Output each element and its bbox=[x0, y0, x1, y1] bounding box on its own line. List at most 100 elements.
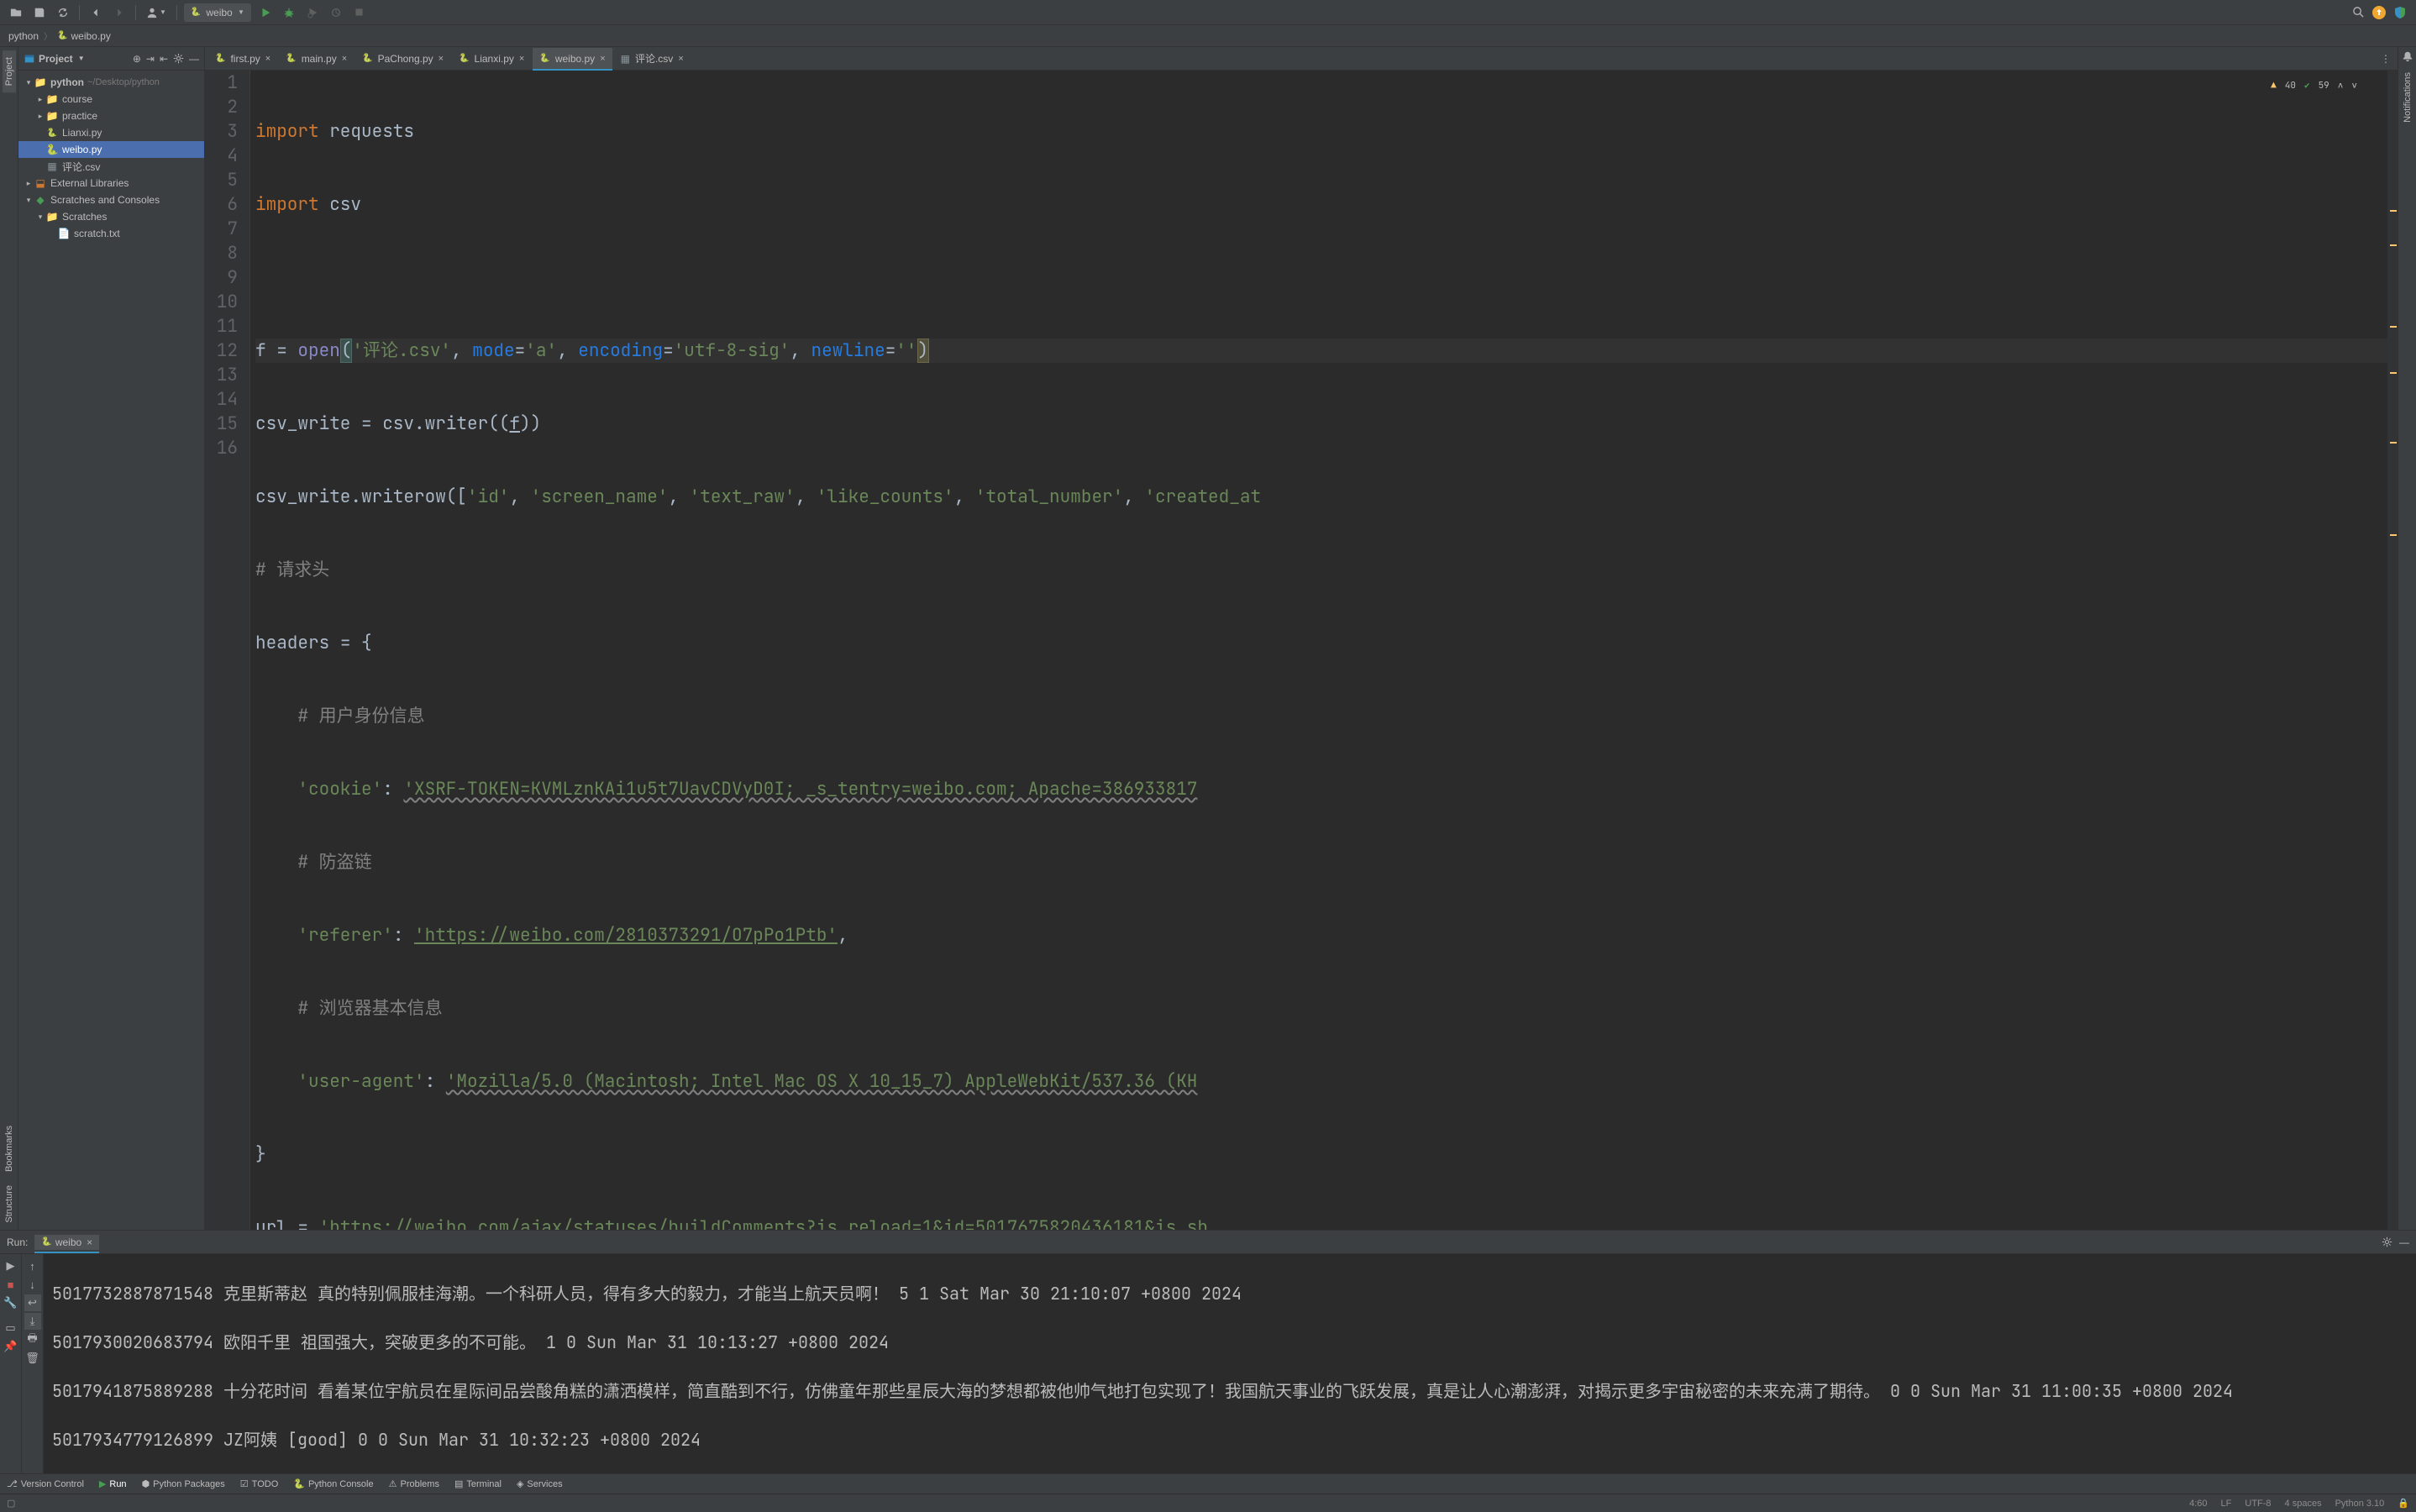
close-icon[interactable]: × bbox=[87, 1236, 92, 1248]
tree-node-weibo[interactable]: ▸🐍weibo.py bbox=[18, 141, 204, 158]
todo-tab[interactable]: ☑TODO bbox=[240, 1478, 278, 1489]
project-tool-tab[interactable]: Project bbox=[3, 50, 16, 92]
chevron-right-icon: 〉 bbox=[44, 29, 52, 42]
layout-icon[interactable]: ▭ bbox=[3, 1320, 19, 1336]
indent[interactable]: 4 spaces bbox=[2285, 1499, 2322, 1509]
tab-pachong[interactable]: 🐍PaChong.py× bbox=[355, 48, 450, 70]
bookmarks-tool-tab[interactable]: Bookmarks bbox=[3, 1119, 16, 1179]
tree-node-lianxi[interactable]: ▸🐍Lianxi.py bbox=[18, 124, 204, 141]
soft-wrap-icon[interactable]: ↩ bbox=[24, 1294, 41, 1311]
terminal-tab[interactable]: ▤Terminal bbox=[454, 1478, 502, 1489]
debug-icon[interactable] bbox=[280, 3, 298, 22]
sync-icon[interactable] bbox=[54, 3, 72, 22]
back-icon[interactable] bbox=[87, 3, 105, 22]
coverage-icon[interactable] bbox=[303, 3, 322, 22]
tab-weibo[interactable]: 🐍weibo.py× bbox=[533, 48, 612, 70]
run-title: Run: bbox=[7, 1236, 28, 1248]
right-tool-rail: Notifications bbox=[2398, 47, 2416, 1230]
status-bar: ▢ 4:60 LF UTF-8 4 spaces Python 3.10 🔒 bbox=[0, 1494, 2416, 1512]
gutter: 12345678 910111213141516 bbox=[205, 71, 250, 1230]
structure-tool-tab[interactable]: Structure bbox=[3, 1179, 16, 1230]
line-ending[interactable]: LF bbox=[2221, 1499, 2232, 1509]
collapse-all-icon[interactable]: ⇤ bbox=[160, 53, 168, 65]
python-packages-tab[interactable]: ⬢Python Packages bbox=[142, 1478, 225, 1489]
run-tools-primary: ▶ ■ 🔧 ▭ 📌 bbox=[0, 1254, 22, 1473]
run-settings-icon[interactable] bbox=[2382, 1236, 2392, 1247]
run-config-tab[interactable]: 🐍weibo× bbox=[34, 1235, 99, 1250]
stop-icon[interactable] bbox=[350, 3, 369, 22]
tool-windows-icon[interactable]: ▢ bbox=[7, 1498, 15, 1509]
print-icon[interactable]: 🖶 bbox=[24, 1331, 41, 1348]
close-icon[interactable]: × bbox=[439, 54, 444, 64]
tab-pinglun[interactable]: ▦评论.csv× bbox=[614, 48, 691, 70]
stop-icon[interactable]: ■ bbox=[3, 1276, 19, 1293]
problems-tab[interactable]: ⚠Problems bbox=[389, 1478, 439, 1489]
tree-node-extlib[interactable]: ▸⬓External Libraries bbox=[18, 175, 204, 192]
more-tabs-icon[interactable]: ⋮ bbox=[2381, 53, 2398, 65]
tab-main[interactable]: 🐍main.py× bbox=[279, 48, 354, 70]
close-icon[interactable]: × bbox=[600, 54, 605, 64]
user-menu[interactable]: ▼ bbox=[143, 7, 170, 18]
select-opened-icon[interactable]: ⊕ bbox=[133, 53, 141, 65]
breadcrumb-file[interactable]: 🐍weibo.py bbox=[57, 30, 111, 42]
editor-indicators[interactable]: ▲40 ✔59 ∧ ∨ bbox=[2271, 74, 2374, 98]
project-tree: ▾📁 python ~/Desktop/python ▸📁course ▸📁pr… bbox=[18, 71, 204, 245]
project-panel-title[interactable]: Project ▼ bbox=[24, 53, 128, 65]
tree-node-scratches[interactable]: ▾◆Scratches and Consoles bbox=[18, 192, 204, 208]
close-icon[interactable]: × bbox=[342, 54, 347, 64]
down-icon[interactable]: ↓ bbox=[24, 1276, 41, 1293]
console-output[interactable]: 5017732887871548 克里斯蒂赵 真的特别佩服桂海潮。一个科研人员，… bbox=[44, 1254, 2416, 1473]
tree-node-scratches-sub[interactable]: ▾📁Scratches bbox=[18, 208, 204, 225]
run-config-selector[interactable]: 🐍 weibo ▼ bbox=[184, 3, 251, 22]
breadcrumb-root[interactable]: python bbox=[8, 30, 39, 42]
tree-node-scratchtxt[interactable]: ▸📄scratch.txt bbox=[18, 225, 204, 242]
pin-icon[interactable]: 📌 bbox=[3, 1338, 19, 1355]
python-console-tab[interactable]: 🐍Python Console bbox=[293, 1478, 373, 1489]
run-tools-secondary: ↑ ↓ ↩ ⤓ 🖶 🗑 bbox=[22, 1254, 44, 1473]
services-tab[interactable]: ◈Services bbox=[517, 1478, 563, 1489]
tab-first[interactable]: 🐍first.py× bbox=[208, 48, 277, 70]
scroll-end-icon[interactable]: ⤓ bbox=[24, 1313, 41, 1330]
lock-icon[interactable]: 🔒 bbox=[2398, 1498, 2409, 1509]
clear-icon[interactable]: 🗑 bbox=[24, 1350, 41, 1367]
tree-node-course[interactable]: ▸📁course bbox=[18, 91, 204, 108]
run-tab[interactable]: ▶Run bbox=[99, 1478, 127, 1489]
profile-icon[interactable] bbox=[327, 3, 345, 22]
tree-node-practice[interactable]: ▸📁practice bbox=[18, 108, 204, 124]
encoding[interactable]: UTF-8 bbox=[2245, 1499, 2271, 1509]
update-icon[interactable] bbox=[2372, 6, 2386, 19]
code-editor[interactable]: ▲40 ✔59 ∧ ∨ 12345678 910111213141516 imp… bbox=[205, 71, 2398, 1230]
expand-all-icon[interactable]: ⇥ bbox=[146, 53, 155, 65]
tab-lianxi[interactable]: 🐍Lianxi.py× bbox=[452, 48, 531, 70]
interpreter[interactable]: Python 3.10 bbox=[2335, 1499, 2385, 1509]
version-control-tab[interactable]: ⎇Version Control bbox=[7, 1478, 84, 1489]
run-panel-header: Run: 🐍weibo× — bbox=[0, 1231, 2416, 1254]
ide-settings-icon[interactable] bbox=[2391, 3, 2409, 22]
project-panel-header: Project ▼ ⊕ ⇥ ⇤ — bbox=[18, 47, 204, 71]
notifications-tool-tab[interactable]: Notifications bbox=[2401, 66, 2414, 129]
project-panel: Project ▼ ⊕ ⇥ ⇤ — ▾📁 python ~/Desktop/py… bbox=[18, 47, 205, 1230]
settings-icon[interactable]: 🔧 bbox=[3, 1294, 19, 1311]
hide-icon[interactable]: — bbox=[189, 53, 199, 65]
close-icon[interactable]: × bbox=[678, 54, 683, 64]
open-icon[interactable] bbox=[7, 3, 25, 22]
close-icon[interactable]: × bbox=[265, 54, 270, 64]
editor-minimap[interactable] bbox=[2387, 71, 2398, 1230]
tree-node-pinglun[interactable]: ▸▦评论.csv bbox=[18, 158, 204, 175]
bell-icon[interactable] bbox=[2402, 50, 2413, 62]
rerun-icon[interactable]: ▶ bbox=[3, 1257, 19, 1274]
forward-icon[interactable] bbox=[110, 3, 129, 22]
down-icon[interactable]: ∨ bbox=[2351, 74, 2357, 98]
hide-icon[interactable]: — bbox=[2399, 1236, 2409, 1248]
code-content[interactable]: import requests import csv f = open('评论.… bbox=[250, 71, 2398, 1230]
search-icon[interactable] bbox=[2349, 3, 2367, 22]
cursor-position[interactable]: 4:60 bbox=[2189, 1499, 2207, 1509]
up-icon[interactable]: ↑ bbox=[24, 1257, 41, 1274]
close-icon[interactable]: × bbox=[519, 54, 524, 64]
run-config-label: weibo bbox=[206, 7, 232, 18]
run-icon[interactable] bbox=[256, 3, 275, 22]
up-icon[interactable]: ∧ bbox=[2338, 74, 2344, 98]
save-icon[interactable] bbox=[30, 3, 49, 22]
tree-node-root[interactable]: ▾📁 python ~/Desktop/python bbox=[18, 74, 204, 91]
settings-icon[interactable] bbox=[173, 53, 184, 64]
